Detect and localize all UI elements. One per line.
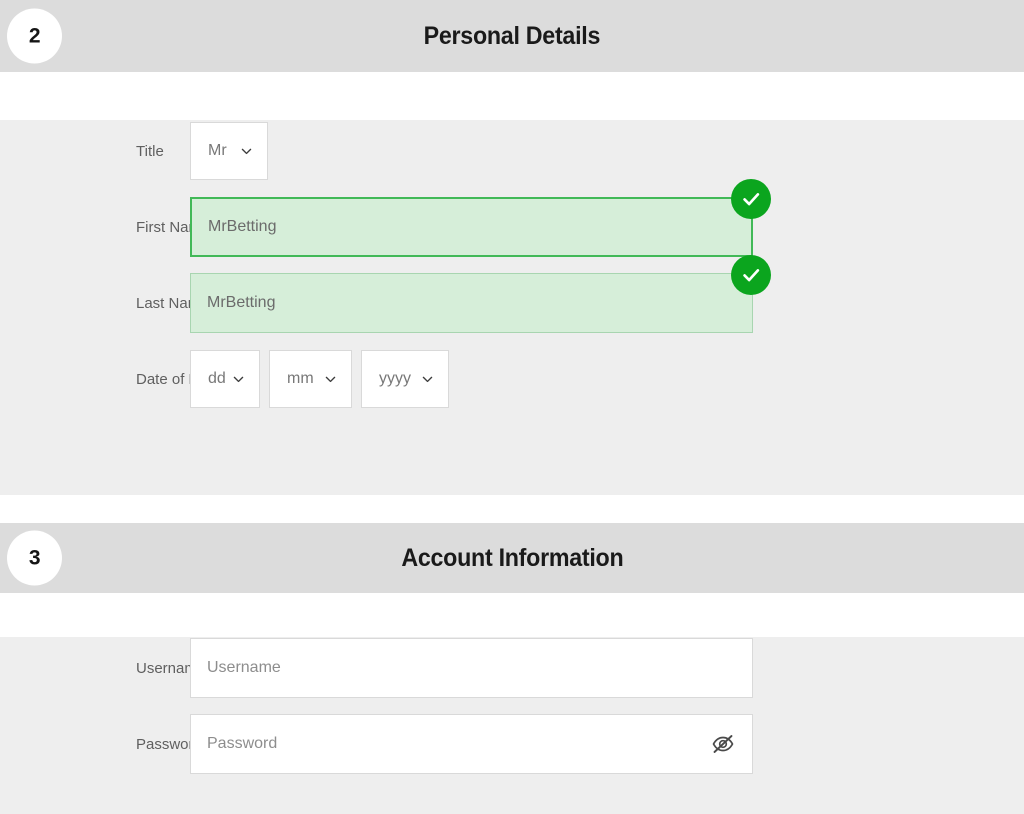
section-title-account-information: Account Information (400, 543, 624, 572)
date-of-birth-group: dd mm yyyy (190, 350, 1024, 408)
dob-month-select[interactable]: mm (269, 350, 352, 408)
form-row-last-name: Last Name (0, 255, 1024, 334)
title-select-value: Mr (208, 142, 227, 159)
section-divider (0, 495, 1024, 523)
form-row-username: Username (0, 637, 1024, 699)
check-circle-icon-first-name (731, 179, 771, 219)
password-input-wrap (190, 714, 753, 774)
eye-slash-icon[interactable] (711, 732, 735, 756)
dob-month-value: mm (287, 370, 314, 387)
last-name-input-wrap (190, 255, 771, 333)
field-area-password (190, 714, 1024, 774)
form-row-title: Title Mr (0, 120, 1024, 182)
last-name-input[interactable] (190, 273, 753, 333)
form-row-password: Password (0, 713, 1024, 775)
dob-year-value: yyyy (379, 370, 411, 387)
password-input[interactable] (190, 714, 753, 774)
first-name-input[interactable] (190, 197, 753, 257)
check-circle-icon-last-name (731, 255, 771, 295)
dob-day-value: dd (208, 370, 226, 387)
form-row-first-name: First Name (0, 179, 1024, 258)
section-body-account-information: Username Password (0, 637, 1024, 814)
chevron-down-icon (232, 373, 245, 386)
section-header-personal-details: 2 Personal Details (0, 0, 1024, 72)
label-last-name: Last Name (136, 294, 209, 312)
title-select[interactable]: Mr (190, 122, 268, 180)
field-area-date-of-birth: dd mm yyyy (190, 350, 1024, 408)
username-input-wrap (190, 638, 753, 698)
field-area-first-name (190, 179, 1024, 257)
label-username: Username (136, 659, 206, 677)
label-date-of-birth: Date of Birth (136, 370, 220, 388)
step-badge-2: 2 (7, 8, 62, 64)
step-badge-3: 3 (7, 530, 62, 586)
section-header-account-information: 3 Account Information (0, 523, 1024, 593)
step-badge-number: 3 (28, 546, 41, 569)
chevron-down-icon (421, 373, 434, 386)
username-input[interactable] (190, 638, 753, 698)
registration-form-page: 2 Personal Details Title Mr First Name M… (0, 0, 1024, 814)
section-title-personal-details: Personal Details (423, 21, 601, 50)
chevron-down-icon (324, 373, 337, 386)
field-area-username (190, 638, 1024, 698)
chevron-down-icon (240, 145, 253, 158)
form-row-date-of-birth: Date of Birth dd mm yyyy (0, 348, 1024, 410)
field-area-last-name (190, 255, 1024, 333)
section-body-personal-details: Title Mr First Name MrBetting Last Name … (0, 120, 1024, 495)
label-password: Password (136, 735, 202, 753)
first-name-input-wrap (190, 179, 771, 257)
label-first-name: First Name (136, 218, 210, 236)
dob-year-select[interactable]: yyyy (361, 350, 449, 408)
step-badge-number: 2 (28, 24, 41, 47)
label-title: Title (136, 142, 164, 160)
dob-day-select[interactable]: dd (190, 350, 260, 408)
field-area-title: Mr (190, 122, 1024, 180)
